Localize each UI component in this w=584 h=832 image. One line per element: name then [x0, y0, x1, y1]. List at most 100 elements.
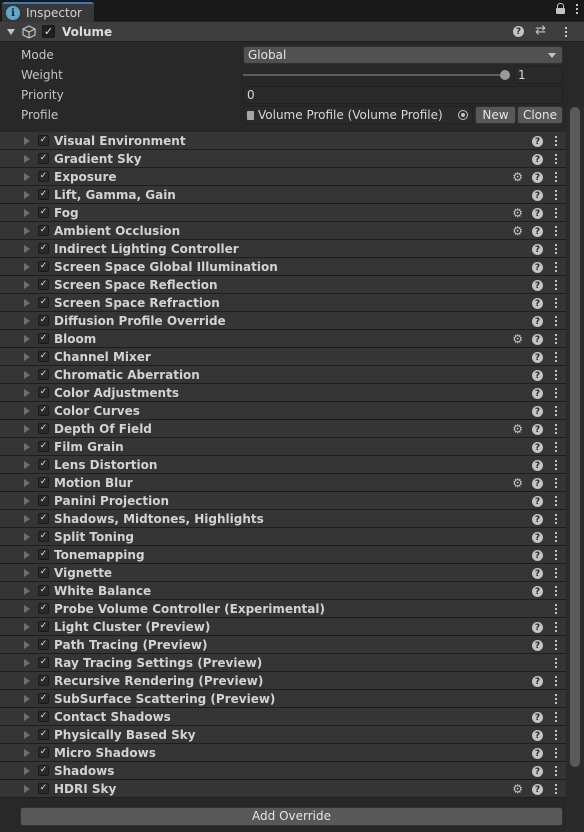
advanced-settings-icon[interactable]: ⚙	[512, 206, 523, 220]
help-icon[interactable]: ?	[532, 154, 543, 165]
override-row[interactable]: ✓ Contact Shadows?	[0, 708, 566, 726]
override-enabled-checkbox[interactable]: ✓	[38, 171, 49, 182]
override-menu-icon[interactable]	[554, 748, 557, 758]
override-row[interactable]: ✓ Diffusion Profile Override?	[0, 312, 566, 330]
help-icon[interactable]: ?	[532, 190, 543, 201]
override-enabled-checkbox[interactable]: ✓	[38, 387, 49, 398]
override-menu-icon[interactable]	[554, 208, 557, 218]
foldout-arrow-icon[interactable]	[24, 280, 30, 289]
override-menu-icon[interactable]	[554, 262, 557, 272]
foldout-arrow-icon[interactable]	[24, 244, 30, 253]
override-row[interactable]: ✓ Shadows?	[0, 762, 566, 780]
object-picker-icon[interactable]	[458, 110, 468, 120]
foldout-arrow-icon[interactable]	[24, 424, 30, 433]
foldout-arrow-icon[interactable]	[24, 496, 30, 505]
override-menu-icon[interactable]	[554, 550, 557, 560]
foldout-arrow-icon[interactable]	[24, 712, 30, 721]
override-row[interactable]: ✓ Lift, Gamma, Gain?	[0, 186, 566, 204]
override-menu-icon[interactable]	[554, 370, 557, 380]
override-menu-icon[interactable]	[554, 172, 557, 182]
help-icon[interactable]: ?	[532, 424, 543, 435]
foldout-arrow-icon[interactable]	[24, 352, 30, 361]
override-row[interactable]: ✓ Gradient Sky?	[0, 150, 566, 168]
foldout-arrow-icon[interactable]	[24, 172, 30, 181]
help-icon[interactable]: ?	[532, 784, 543, 795]
override-menu-icon[interactable]	[554, 244, 557, 254]
override-enabled-checkbox[interactable]: ✓	[38, 675, 49, 686]
override-enabled-checkbox[interactable]: ✓	[38, 657, 49, 668]
volume-enabled-checkbox[interactable]: ✓	[42, 25, 55, 38]
override-row[interactable]: ✓ Screen Space Reflection?	[0, 276, 566, 294]
foldout-arrow-icon[interactable]	[7, 28, 15, 35]
override-enabled-checkbox[interactable]: ✓	[38, 207, 49, 218]
help-icon[interactable]: ?	[532, 244, 543, 255]
override-enabled-checkbox[interactable]: ✓	[38, 783, 49, 794]
override-enabled-checkbox[interactable]: ✓	[38, 225, 49, 236]
foldout-arrow-icon[interactable]	[24, 334, 30, 343]
foldout-arrow-icon[interactable]	[24, 226, 30, 235]
override-enabled-checkbox[interactable]: ✓	[38, 729, 49, 740]
override-enabled-checkbox[interactable]: ✓	[38, 585, 49, 596]
help-icon[interactable]: ?	[532, 478, 543, 489]
component-menu-icon[interactable]	[564, 27, 567, 37]
override-row[interactable]: ✓ Exposure ⚙?	[0, 168, 566, 186]
foldout-arrow-icon[interactable]	[24, 478, 30, 487]
override-menu-icon[interactable]	[554, 730, 557, 740]
foldout-arrow-icon[interactable]	[24, 406, 30, 415]
clone-profile-button[interactable]: Clone	[517, 106, 563, 124]
override-row[interactable]: ✓ Path Tracing (Preview)?	[0, 636, 566, 654]
override-enabled-checkbox[interactable]: ✓	[38, 567, 49, 578]
help-icon[interactable]: ?	[532, 730, 543, 741]
tab-inspector[interactable]: i Inspector	[2, 2, 94, 22]
override-menu-icon[interactable]	[554, 676, 557, 686]
advanced-settings-icon[interactable]: ⚙	[512, 782, 523, 796]
foldout-arrow-icon[interactable]	[24, 316, 30, 325]
help-icon[interactable]: ?	[532, 172, 543, 183]
help-icon[interactable]: ?	[532, 316, 543, 327]
override-row[interactable]: ✓ Chromatic Aberration?	[0, 366, 566, 384]
help-icon[interactable]: ?	[532, 280, 543, 291]
override-enabled-checkbox[interactable]: ✓	[38, 423, 49, 434]
override-menu-icon[interactable]	[554, 424, 557, 434]
override-row[interactable]: ✓ Shadows, Midtones, Highlights?	[0, 510, 566, 528]
help-icon[interactable]: ?	[513, 26, 524, 37]
override-row[interactable]: ✓ Indirect Lighting Controller?	[0, 240, 566, 258]
volume-component-header[interactable]: ✓ Volume ? ⇄	[0, 22, 584, 42]
override-row[interactable]: ✓ Micro Shadows?	[0, 744, 566, 762]
help-icon[interactable]: ?	[532, 208, 543, 219]
override-row[interactable]: ✓ Recursive Rendering (Preview)?	[0, 672, 566, 690]
foldout-arrow-icon[interactable]	[24, 370, 30, 379]
add-override-button[interactable]: Add Override	[20, 807, 563, 826]
override-enabled-checkbox[interactable]: ✓	[38, 513, 49, 524]
help-icon[interactable]: ?	[532, 388, 543, 399]
override-menu-icon[interactable]	[554, 622, 557, 632]
override-enabled-checkbox[interactable]: ✓	[38, 297, 49, 308]
override-row[interactable]: ✓ Visual Environment?	[0, 132, 566, 150]
override-row[interactable]: ✓ White Balance?	[0, 582, 566, 600]
override-enabled-checkbox[interactable]: ✓	[38, 405, 49, 416]
help-icon[interactable]: ?	[532, 712, 543, 723]
override-enabled-checkbox[interactable]: ✓	[38, 369, 49, 380]
override-row[interactable]: ✓ Film Grain?	[0, 438, 566, 456]
advanced-settings-icon[interactable]: ⚙	[512, 476, 523, 490]
override-row[interactable]: ✓ Lens Distortion?	[0, 456, 566, 474]
override-menu-icon[interactable]	[554, 568, 557, 578]
override-enabled-checkbox[interactable]: ✓	[38, 441, 49, 452]
override-enabled-checkbox[interactable]: ✓	[38, 261, 49, 272]
override-row[interactable]: ✓ Probe Volume Controller (Experimental)	[0, 600, 566, 618]
override-row[interactable]: ✓ Screen Space Global Illumination?	[0, 258, 566, 276]
help-icon[interactable]: ?	[532, 136, 543, 147]
override-menu-icon[interactable]	[554, 154, 557, 164]
foldout-arrow-icon[interactable]	[24, 136, 30, 145]
foldout-arrow-icon[interactable]	[24, 550, 30, 559]
help-icon[interactable]: ?	[532, 460, 543, 471]
override-enabled-checkbox[interactable]: ✓	[38, 711, 49, 722]
mode-dropdown[interactable]: Global	[243, 46, 563, 64]
override-row[interactable]: ✓ Ambient Occlusion ⚙?	[0, 222, 566, 240]
override-enabled-checkbox[interactable]: ✓	[38, 495, 49, 506]
help-icon[interactable]: ?	[532, 226, 543, 237]
weight-input[interactable]: 1	[514, 66, 563, 84]
override-row[interactable]: ✓ Tonemapping?	[0, 546, 566, 564]
help-icon[interactable]: ?	[532, 640, 543, 651]
override-enabled-checkbox[interactable]: ✓	[38, 459, 49, 470]
